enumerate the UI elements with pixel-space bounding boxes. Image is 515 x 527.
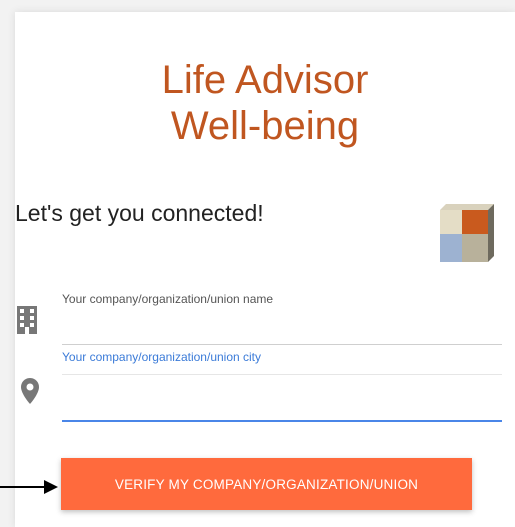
connect-card: Life Advisor Well-being <box>15 12 515 527</box>
company-city-label: Your company/organization/union city <box>62 350 262 364</box>
logo-icon <box>440 204 494 262</box>
company-name-label: Your company/organization/union name <box>62 292 274 306</box>
verify-company-button[interactable]: VERIFY MY COMPANY/ORGANIZATION/UNION <box>61 458 472 510</box>
app-title-line1: Life Advisor <box>161 58 369 102</box>
app-title-line2: Well-being <box>170 104 360 148</box>
city-field-divider <box>62 374 502 375</box>
company-city-input[interactable] <box>62 420 502 422</box>
building-icon <box>17 306 37 334</box>
map-pin-icon <box>21 378 39 404</box>
app-title: Life Advisor Well-being <box>15 57 515 149</box>
connect-heading: Let's get you connected! <box>15 200 264 226</box>
company-name-input[interactable] <box>62 344 502 345</box>
pointer-arrow-icon <box>0 480 58 494</box>
